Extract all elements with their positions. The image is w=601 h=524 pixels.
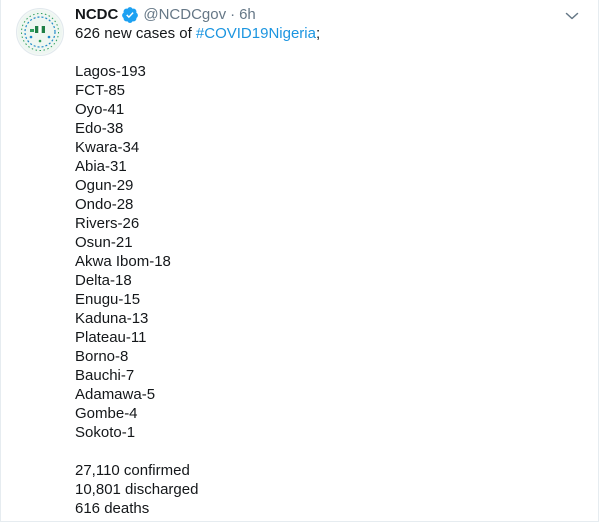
verified-badge-icon <box>122 7 139 23</box>
state-count-line: Akwa Ibom-18 <box>75 253 171 270</box>
tweet-header: NCDC @NCDCgov · 6h <box>75 5 256 25</box>
avatar[interactable] <box>16 8 64 56</box>
state-count-line: Bauchi-7 <box>75 367 135 384</box>
state-count-line: Ogun-29 <box>75 177 134 194</box>
separator-dot: · <box>230 6 236 23</box>
state-count-line: Rivers-26 <box>75 215 140 232</box>
intro-prefix: 626 new cases of <box>75 25 196 42</box>
chevron-down-icon[interactable] <box>563 7 581 25</box>
tweet-timestamp[interactable]: 6h <box>239 5 256 25</box>
state-count-line: Lagos-193 <box>75 63 146 80</box>
ncdc-logo-icon <box>18 10 62 54</box>
author-handle[interactable]: @NCDCgov <box>143 5 226 25</box>
tweet-text: 626 new cases of #COVID19Nigeria; Lagos-… <box>75 24 575 518</box>
state-count-line: Ondo-28 <box>75 196 134 213</box>
hashtag-link[interactable]: #COVID19Nigeria <box>196 25 316 42</box>
deaths-total: 616 deaths <box>75 500 150 517</box>
state-count-line: Delta-18 <box>75 272 132 289</box>
state-count-line: FCT-85 <box>75 82 126 99</box>
intro-line: 626 new cases of #COVID19Nigeria; <box>75 24 575 43</box>
discharged-total: 10,801 discharged <box>75 481 199 498</box>
state-count-line: Enugu-15 <box>75 291 141 308</box>
confirmed-total: 27,110 confirmed <box>75 462 190 479</box>
tweet-card[interactable]: NCDC @NCDCgov · 6h 626 new cases of #COV… <box>0 0 599 522</box>
state-count-line: Osun-21 <box>75 234 133 251</box>
state-count-line: Adamawa-5 <box>75 386 156 403</box>
state-count-line: Edo-38 <box>75 120 124 137</box>
state-count-line: Oyo-41 <box>75 101 125 118</box>
state-count-line: Sokoto-1 <box>75 424 136 441</box>
state-count-line: Kaduna-13 <box>75 310 149 327</box>
state-count-line: Borno-8 <box>75 348 129 365</box>
state-count-line: Plateau-11 <box>75 329 147 346</box>
state-count-line: Abia-31 <box>75 158 127 175</box>
state-count-line: Kwara-34 <box>75 139 140 156</box>
display-name[interactable]: NCDC <box>75 5 118 25</box>
state-count-line: Gombe-4 <box>75 405 138 422</box>
intro-suffix: ; <box>315 25 321 42</box>
